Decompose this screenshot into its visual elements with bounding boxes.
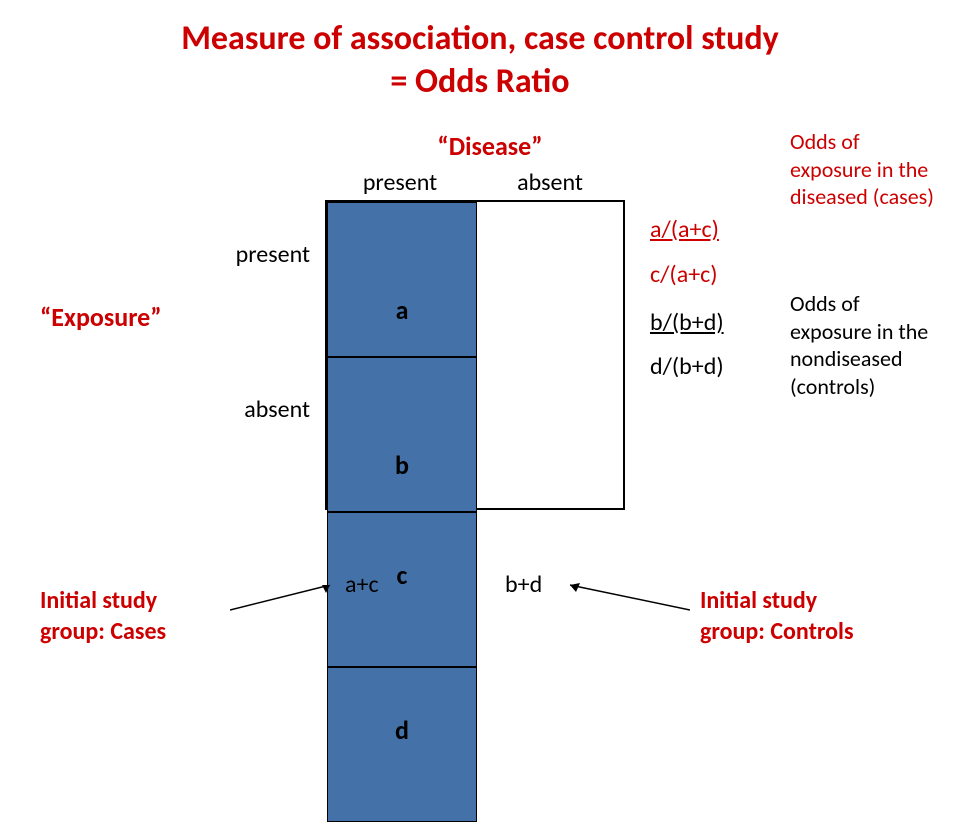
column-total-ac: a+c	[345, 570, 379, 599]
cases-line1: Initial study	[40, 586, 157, 615]
odds-cases-numerator: a/(a+c)	[650, 215, 719, 244]
odds-cases-description: Odds of exposure in the diseased (cases)	[790, 128, 940, 211]
odds-controls-denominator: d/(b+d)	[650, 352, 724, 381]
disease-header: “Disease”	[380, 130, 600, 162]
exposure-header: “Exposure”	[40, 301, 162, 333]
cell-b-value: b	[395, 449, 409, 481]
row-header-absent: absent	[210, 395, 310, 424]
cell-d-value: d	[395, 714, 409, 746]
arrow-to-cases-icon	[230, 585, 340, 615]
row-header-present: present	[210, 240, 310, 269]
cell-b: b	[327, 357, 477, 512]
column-total-bd: b+d	[505, 570, 542, 599]
column-header-present: present	[325, 168, 475, 197]
arrow-to-controls-icon	[560, 580, 690, 615]
initial-group-cases-label: Initial study group: Cases	[40, 585, 166, 647]
cell-c-value: c	[397, 559, 408, 591]
contingency-grid: a b c d	[325, 200, 625, 510]
odds-cases-denominator: c/(a+c)	[650, 260, 718, 289]
controls-line2: group: Controls	[700, 617, 854, 646]
odds-controls-description: Odds of exposure in the nondiseased (con…	[790, 290, 940, 400]
cases-line2: group: Cases	[40, 617, 166, 646]
title-line1: Measure of association, case control stu…	[181, 18, 779, 59]
title-line2: = Odds Ratio	[390, 61, 569, 102]
initial-group-controls-label: Initial study group: Controls	[700, 585, 854, 647]
cell-a-value: a	[396, 294, 409, 326]
column-header-absent: absent	[475, 168, 625, 197]
slide-title: Measure of association, case control stu…	[0, 18, 960, 103]
cell-a: a	[327, 202, 477, 357]
cell-d: d	[327, 667, 477, 822]
controls-line1: Initial study	[700, 586, 817, 615]
odds-controls-numerator: b/(b+d)	[650, 308, 724, 337]
